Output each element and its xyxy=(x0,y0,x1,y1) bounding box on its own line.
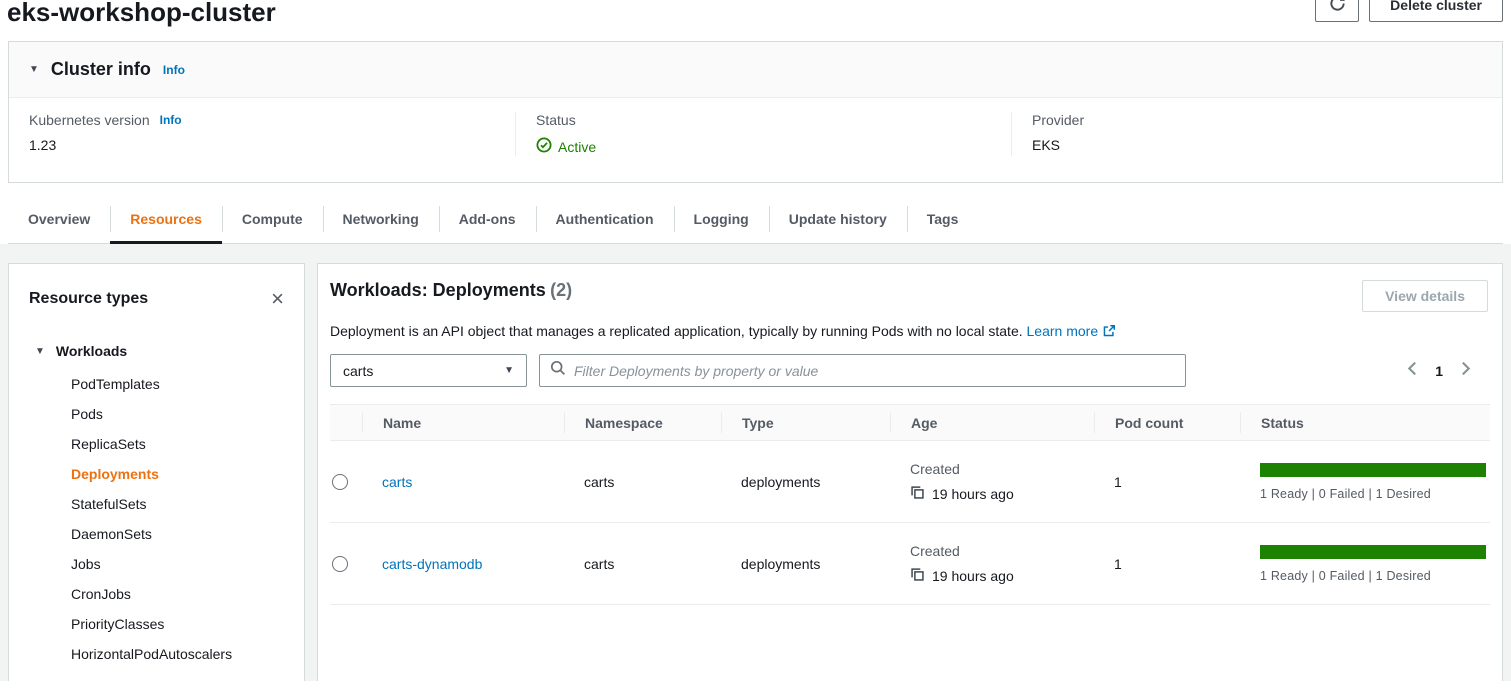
cluster-info-card: ▼ Cluster info Info Kubernetes version I… xyxy=(8,41,1503,183)
pod-count: 1 xyxy=(1094,474,1240,490)
search-box[interactable] xyxy=(539,354,1186,387)
kubernetes-version-field: Kubernetes version Info 1.23 xyxy=(9,112,515,156)
column-header-pod-count: Pod count xyxy=(1094,412,1240,433)
status-text: 1 Ready | 0 Failed | 1 Desired xyxy=(1260,487,1486,501)
provider-value: EKS xyxy=(1032,137,1482,153)
sidebar-item-podtemplates[interactable]: PodTemplates xyxy=(29,369,284,399)
tab-networking[interactable]: Networking xyxy=(323,197,439,243)
age-value: 19 hours ago xyxy=(932,568,1014,584)
filter-input[interactable] xyxy=(574,363,1175,379)
deployment-type: deployments xyxy=(721,556,890,572)
view-details-button[interactable]: View details xyxy=(1362,280,1488,312)
status-value: Active xyxy=(558,139,596,155)
sidebar-item-statefulsets[interactable]: StatefulSets xyxy=(29,489,284,519)
sidebar-item-horizontalpodautoscalers[interactable]: HorizontalPodAutoscalers xyxy=(29,639,284,669)
header-actions: Delete cluster xyxy=(1315,0,1503,22)
pagination: 1 xyxy=(1406,361,1490,381)
provider-label: Provider xyxy=(1032,112,1084,128)
status-field: Status Active xyxy=(515,112,1011,156)
deployments-description: Deployment is an API object that manages… xyxy=(330,323,1023,339)
age-value: 19 hours ago xyxy=(932,486,1014,502)
deployments-count: (2) xyxy=(550,280,572,300)
column-header-age: Age xyxy=(890,412,1094,433)
pod-count: 1 xyxy=(1094,556,1240,572)
close-icon[interactable]: × xyxy=(271,288,284,310)
resource-types-sidebar: Resource types × ▼ Workloads PodTemplate… xyxy=(8,263,305,681)
tab-overview[interactable]: Overview xyxy=(8,197,110,243)
column-header-type: Type xyxy=(721,412,890,433)
status-bar xyxy=(1260,463,1486,477)
status-label: Status xyxy=(536,112,576,128)
column-header-name: Name xyxy=(362,412,564,433)
table-row: carts carts deployments Created 19 hours… xyxy=(330,441,1490,523)
sidebar-item-deployments[interactable]: Deployments xyxy=(29,459,284,489)
namespace-select-value: carts xyxy=(343,363,373,379)
deployment-namespace: carts xyxy=(564,556,721,572)
current-page[interactable]: 1 xyxy=(1435,363,1443,379)
sidebar-group-workloads[interactable]: ▼ Workloads xyxy=(35,343,284,359)
previous-page-icon[interactable] xyxy=(1406,361,1419,381)
status-text: 1 Ready | 0 Failed | 1 Desired xyxy=(1260,569,1486,583)
content-area: Resource types × ▼ Workloads PodTemplate… xyxy=(0,244,1511,681)
row-radio[interactable] xyxy=(332,556,348,572)
tab-add-ons[interactable]: Add-ons xyxy=(439,197,536,243)
learn-more-link[interactable]: Learn more xyxy=(1027,323,1099,339)
select-caret-icon: ▼ xyxy=(504,365,514,376)
sidebar-item-priorityclasses[interactable]: PriorityClasses xyxy=(29,609,284,639)
deployment-name-link[interactable]: carts-dynamodb xyxy=(382,556,482,572)
sidebar-item-daemonsets[interactable]: DaemonSets xyxy=(29,519,284,549)
filter-row: carts ▼ 1 xyxy=(330,354,1490,387)
refresh-button[interactable] xyxy=(1315,0,1359,22)
column-header-status: Status xyxy=(1240,412,1490,433)
cluster-info-info-link[interactable]: Info xyxy=(163,63,185,77)
table-row: carts-dynamodb carts deployments Created… xyxy=(330,523,1490,605)
check-circle-icon xyxy=(536,137,552,156)
refresh-icon xyxy=(1329,0,1346,15)
sidebar-title: Resource types xyxy=(29,290,148,308)
deployments-title: Workloads: Deployments xyxy=(330,280,546,300)
cluster-info-header[interactable]: ▼ Cluster info Info xyxy=(9,42,1502,98)
next-page-icon[interactable] xyxy=(1459,361,1472,381)
tab-update-history[interactable]: Update history xyxy=(769,197,907,243)
sidebar-item-cronjobs[interactable]: CronJobs xyxy=(29,579,284,609)
workloads-caret-icon[interactable]: ▼ xyxy=(35,346,45,357)
tab-bar: Overview Resources Compute Networking Ad… xyxy=(8,197,1503,244)
tab-resources[interactable]: Resources xyxy=(110,197,222,243)
cluster-info-body: Kubernetes version Info 1.23 Status Acti… xyxy=(9,98,1502,182)
row-radio[interactable] xyxy=(332,474,348,490)
deployment-name-link[interactable]: carts xyxy=(382,474,412,490)
sidebar-items: PodTemplates Pods ReplicaSets Deployment… xyxy=(29,369,284,669)
copy-icon[interactable] xyxy=(910,567,925,585)
cluster-info-title: Cluster info xyxy=(51,59,151,80)
kubernetes-version-info-link[interactable]: Info xyxy=(160,113,182,127)
page-header: eks-workshop-cluster Delete cluster xyxy=(0,0,1511,41)
workloads-group-label: Workloads xyxy=(56,343,127,359)
delete-cluster-button[interactable]: Delete cluster xyxy=(1369,0,1503,22)
namespace-select[interactable]: carts ▼ xyxy=(330,354,527,387)
kubernetes-version-label: Kubernetes version xyxy=(29,112,150,128)
status-bar xyxy=(1260,545,1486,559)
copy-icon[interactable] xyxy=(910,485,925,503)
deployment-type: deployments xyxy=(721,474,890,490)
table-header-row: Name Namespace Type Age Pod count Status xyxy=(330,404,1490,441)
deployments-table: Name Namespace Type Age Pod count Status… xyxy=(330,404,1490,605)
deployment-namespace: carts xyxy=(564,474,721,490)
tab-logging[interactable]: Logging xyxy=(674,197,769,243)
sidebar-item-pods[interactable]: Pods xyxy=(29,399,284,429)
collapse-caret-icon[interactable]: ▼ xyxy=(29,64,39,75)
age-created-label: Created xyxy=(910,543,1094,559)
tab-compute[interactable]: Compute xyxy=(222,197,323,243)
column-header-namespace: Namespace xyxy=(564,412,721,433)
external-link-icon xyxy=(1102,323,1116,339)
provider-field: Provider EKS xyxy=(1011,112,1502,156)
page-title: eks-workshop-cluster xyxy=(7,0,1511,30)
tab-tags[interactable]: Tags xyxy=(907,197,979,243)
kubernetes-version-value: 1.23 xyxy=(29,137,495,153)
tab-authentication[interactable]: Authentication xyxy=(536,197,674,243)
sidebar-item-replicasets[interactable]: ReplicaSets xyxy=(29,429,284,459)
deployments-panel: Workloads: Deployments (2) View details … xyxy=(317,263,1503,681)
sidebar-item-jobs[interactable]: Jobs xyxy=(29,549,284,579)
search-icon xyxy=(550,360,566,381)
age-created-label: Created xyxy=(910,461,1094,477)
